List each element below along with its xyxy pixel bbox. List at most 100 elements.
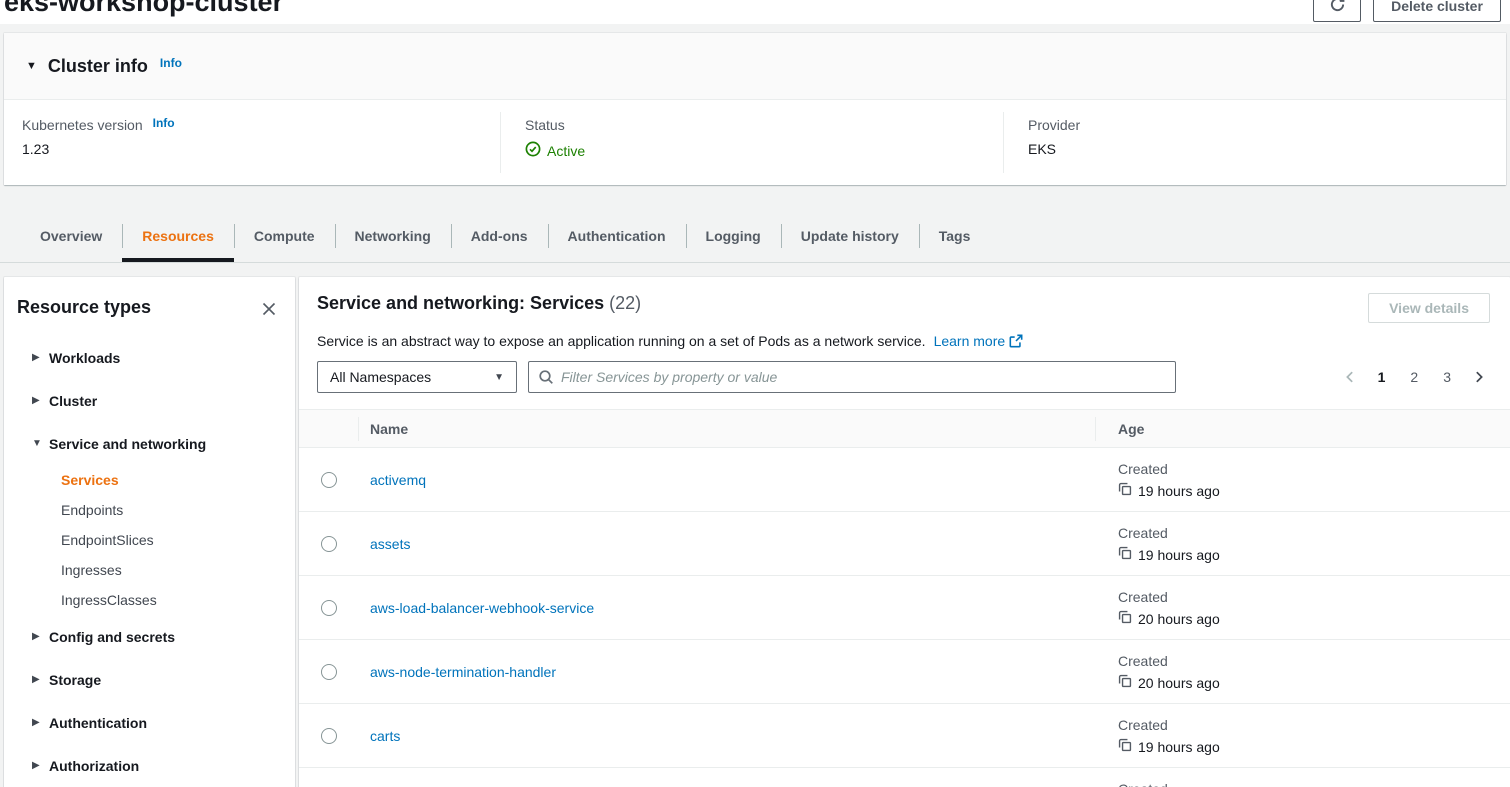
- copy-icon[interactable]: [1118, 479, 1132, 503]
- services-description: Service is an abstract way to expose an …: [299, 323, 1510, 351]
- status-label: Status: [525, 117, 565, 133]
- previous-page-icon[interactable]: [1339, 366, 1361, 388]
- close-icon[interactable]: [259, 299, 279, 322]
- tab-update-history[interactable]: Update history: [781, 210, 919, 262]
- service-name-link[interactable]: assets: [370, 536, 410, 552]
- row-radio[interactable]: [321, 536, 337, 552]
- chevron-down-icon: ▼: [494, 372, 504, 383]
- status-badge: Active: [525, 141, 1003, 160]
- name-column-header[interactable]: Name: [358, 410, 1095, 448]
- age-value: 19 hours ago: [1138, 735, 1220, 759]
- table-header-row: Name Age: [299, 410, 1510, 448]
- learn-more-link[interactable]: Learn more: [934, 333, 1006, 349]
- sidebar-item-config-and-secrets[interactable]: ▶ Config and secrets: [17, 615, 279, 658]
- page-2[interactable]: 2: [1402, 365, 1426, 389]
- kubernetes-version-value: 1.23: [22, 141, 500, 157]
- created-label: Created: [1118, 585, 1510, 607]
- content-area: Resource types ▶ Workloads ▶ Cluster ▼ S…: [0, 277, 1510, 787]
- cluster-info-header[interactable]: ▼ Cluster info Info: [4, 33, 1506, 99]
- namespace-select-value: All Namespaces: [330, 369, 431, 385]
- filter-box: [528, 361, 1176, 393]
- sidebar-item-authentication[interactable]: ▶ Authentication: [17, 701, 279, 744]
- services-panel-title: Service and networking: Services (22): [317, 293, 641, 314]
- expand-arrow-icon: ▶: [32, 631, 48, 642]
- copy-icon[interactable]: [1118, 543, 1132, 567]
- sidebar-item-ingressclasses[interactable]: IngressClasses: [61, 585, 279, 615]
- sidebar-item-storage[interactable]: ▶ Storage: [17, 658, 279, 701]
- table-body: activemq Created 19 hours ago assets Cre…: [299, 448, 1510, 787]
- service-name-link[interactable]: activemq: [370, 472, 426, 488]
- sidebar-item-ingresses[interactable]: Ingresses: [61, 555, 279, 585]
- service-name-link[interactable]: aws-node-termination-handler: [370, 664, 556, 680]
- copy-icon[interactable]: [1118, 607, 1132, 631]
- expand-arrow-icon: ▶: [32, 717, 48, 728]
- cluster-info-card: ▼ Cluster info Info Kubernetes version I…: [4, 33, 1506, 185]
- tab-authentication[interactable]: Authentication: [548, 210, 686, 262]
- created-label: Created: [1118, 649, 1510, 671]
- page-3[interactable]: 3: [1435, 365, 1459, 389]
- pagination: 1 2 3: [1339, 365, 1490, 389]
- next-page-icon[interactable]: [1468, 366, 1490, 388]
- sidebar-item-endpoints[interactable]: Endpoints: [61, 495, 279, 525]
- tab-networking[interactable]: Networking: [335, 210, 451, 262]
- resource-types-title: Resource types: [17, 297, 151, 318]
- cluster-info-info-link[interactable]: Info: [160, 56, 182, 70]
- row-radio[interactable]: [321, 728, 337, 744]
- field-status: Status Active: [500, 100, 1003, 185]
- expand-arrow-icon: ▶: [32, 674, 48, 685]
- selection-column-header: [299, 410, 358, 448]
- row-radio[interactable]: [321, 664, 337, 680]
- sidebar-item-endpointslices[interactable]: EndpointSlices: [61, 525, 279, 555]
- tab-add-ons[interactable]: Add-ons: [451, 210, 548, 262]
- cluster-info-title: Cluster info: [48, 56, 148, 77]
- sidebar-item-authorization[interactable]: ▶ Authorization: [17, 744, 279, 787]
- created-label: Created: [1118, 713, 1510, 735]
- tab-overview[interactable]: Overview: [20, 210, 122, 262]
- created-label: Created: [1118, 777, 1510, 787]
- tab-resources[interactable]: Resources: [122, 210, 234, 262]
- tab-compute[interactable]: Compute: [234, 210, 335, 262]
- tab-logging[interactable]: Logging: [686, 210, 781, 262]
- table-row: carts Created 19 hours ago: [299, 704, 1510, 768]
- copy-icon[interactable]: [1118, 671, 1132, 695]
- delete-cluster-button[interactable]: Delete cluster: [1373, 0, 1501, 22]
- services-panel: Service and networking: Services (22) Vi…: [299, 277, 1510, 787]
- page-1[interactable]: 1: [1370, 365, 1394, 389]
- created-label: Created: [1118, 521, 1510, 543]
- sidebar-item-cluster[interactable]: ▶ Cluster: [17, 379, 279, 422]
- collapse-arrow-icon: ▼: [32, 438, 48, 449]
- service-name-link[interactable]: aws-load-balancer-webhook-service: [370, 600, 594, 616]
- external-link-icon: [1009, 335, 1023, 351]
- services-count: (22): [609, 293, 641, 313]
- table-row: activemq Created 19 hours ago: [299, 448, 1510, 512]
- sidebar-item-services[interactable]: Services: [61, 465, 279, 495]
- tab-tags[interactable]: Tags: [919, 210, 991, 262]
- view-details-button[interactable]: View details: [1368, 293, 1490, 323]
- kubernetes-version-label: Kubernetes version: [22, 117, 143, 133]
- age-value: 19 hours ago: [1138, 543, 1220, 567]
- table-row: aws-load-balancer-webhook-service Create…: [299, 576, 1510, 640]
- expand-arrow-icon: ▶: [32, 760, 48, 771]
- namespace-select[interactable]: All Namespaces ▼: [317, 361, 517, 393]
- age-column-header[interactable]: Age: [1095, 410, 1510, 448]
- sidebar-item-workloads[interactable]: ▶ Workloads: [17, 336, 279, 379]
- age-value: 19 hours ago: [1138, 479, 1220, 503]
- filter-input[interactable]: [528, 361, 1176, 393]
- created-label: Created: [1118, 457, 1510, 479]
- sidebar-item-service-and-networking[interactable]: ▼ Service and networking: [17, 422, 279, 465]
- kubernetes-version-info-link[interactable]: Info: [153, 116, 175, 130]
- row-radio[interactable]: [321, 600, 337, 616]
- status-check-icon: [525, 141, 541, 160]
- collapse-caret-icon[interactable]: ▼: [26, 60, 37, 72]
- service-name-link[interactable]: carts: [370, 728, 400, 744]
- services-table: Name Age activemq Created 19 hours ago: [299, 409, 1510, 787]
- copy-icon[interactable]: [1118, 735, 1132, 759]
- refresh-button[interactable]: [1313, 0, 1361, 22]
- provider-label: Provider: [1028, 117, 1080, 133]
- refresh-icon: [1329, 0, 1346, 16]
- table-row: aws-node-termination-handler Created 20 …: [299, 640, 1510, 704]
- status-value: Active: [547, 143, 585, 159]
- resource-tree: ▶ Workloads ▶ Cluster ▼ Service and netw…: [17, 336, 279, 787]
- row-radio[interactable]: [321, 472, 337, 488]
- field-provider: Provider EKS: [1003, 100, 1506, 185]
